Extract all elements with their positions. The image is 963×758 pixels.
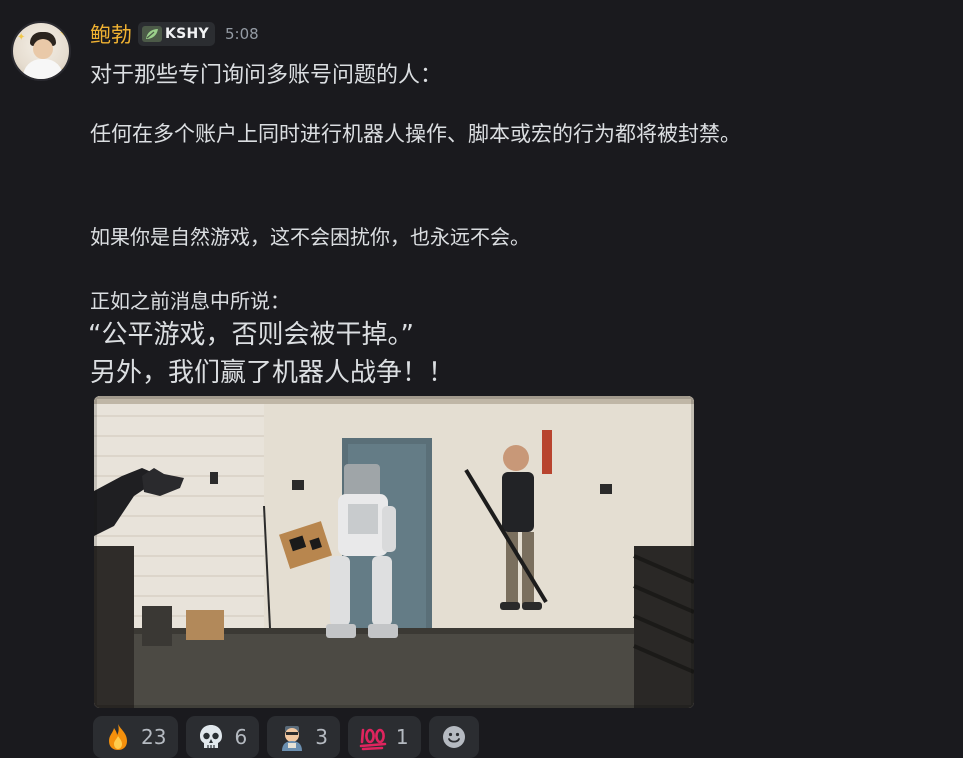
- fire-emoji-icon: [109, 724, 127, 750]
- sparkle-icon: ✦: [59, 28, 68, 39]
- reaction-custom-character[interactable]: 3: [267, 716, 340, 758]
- sparkle-icon: ✦: [17, 32, 26, 43]
- badge-label: KSHY: [165, 26, 209, 42]
- reaction-bar: 23 6 3 1: [93, 716, 479, 758]
- add-reaction-button[interactable]: [428, 716, 479, 758]
- message-line: 任何在多个账户上同时进行机器人操作、脚本或宏的行为都将被封禁。: [90, 122, 741, 146]
- reaction-fire[interactable]: 23: [93, 716, 179, 758]
- reaction-count: 3: [315, 725, 328, 749]
- reaction-count: 23: [141, 725, 167, 749]
- leaf-icon: [142, 26, 162, 42]
- message-line: 如果你是自然游戏，这不会困扰你，也永远不会。: [90, 225, 530, 249]
- user-avatar[interactable]: ✦ ✦ ✦: [11, 21, 71, 81]
- reaction-hundred-points[interactable]: 1: [347, 716, 421, 758]
- sparkle-icon: ✦: [61, 64, 70, 75]
- avatar-face: [33, 39, 53, 59]
- guild-tag-badge[interactable]: KSHY: [138, 22, 215, 46]
- custom-character-emoji-icon: [282, 726, 303, 751]
- reaction-count: 6: [234, 725, 248, 749]
- chat-message: ✦ ✦ ✦ 鲍勃 KSHY 5:08 对于那些专门询问多账号问题的人： 任何在多…: [0, 0, 963, 758]
- reaction-count: 1: [395, 725, 409, 749]
- message-timestamp[interactable]: 5:08: [225, 25, 259, 43]
- message-line: 对于那些专门询问多账号问题的人：: [90, 63, 443, 88]
- message-line: 另外，我们赢了机器人战争！！: [90, 358, 455, 388]
- message-line: 正如之前消息中所说：: [90, 289, 290, 313]
- smiley-icon: [442, 726, 465, 748]
- embedded-gif-image[interactable]: [94, 396, 694, 708]
- message-header: 鲍勃 KSHY 5:08: [90, 14, 259, 54]
- avatar-body: [23, 59, 63, 79]
- message-line: “公平游戏，否则会被干掉。”: [88, 320, 414, 350]
- username[interactable]: 鲍勃: [90, 19, 132, 49]
- reaction-skull[interactable]: 6: [186, 716, 260, 758]
- hundred-points-emoji-icon: [359, 728, 387, 751]
- skull-emoji-icon: [200, 725, 223, 748]
